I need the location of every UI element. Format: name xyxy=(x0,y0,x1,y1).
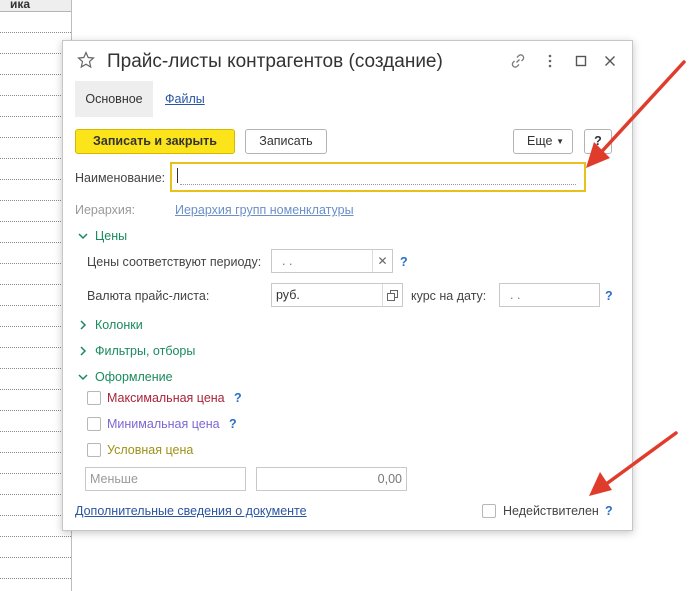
background-table-row xyxy=(0,495,71,516)
filters-group-label: Фильтры, отборы xyxy=(95,344,196,358)
rate-help-icon[interactable]: ? xyxy=(605,289,613,303)
text-caret xyxy=(177,168,178,183)
amount-field[interactable]: 0,00 xyxy=(256,467,407,491)
background-table-row xyxy=(0,474,71,495)
open-icon[interactable] xyxy=(382,284,402,306)
invalid-checkbox[interactable] xyxy=(482,504,496,518)
invalid-label: Недействителен xyxy=(503,504,599,518)
currency-label: Валюта прайс-листа: xyxy=(87,289,210,303)
rate-date-field[interactable]: . . xyxy=(499,283,600,307)
background-table-row xyxy=(0,285,71,306)
clear-icon[interactable]: ✕ xyxy=(372,250,392,272)
more-menu-label: Еще xyxy=(527,134,553,148)
background-table-row xyxy=(0,201,71,222)
background-table-row xyxy=(0,75,71,96)
chevron-right-icon xyxy=(80,320,87,330)
more-menu-button[interactable]: Еще ▼ xyxy=(513,129,573,154)
cond-price-checkbox[interactable] xyxy=(87,443,101,457)
background-table-row xyxy=(0,243,71,264)
chevron-right-icon xyxy=(80,346,87,356)
min-price-checkbox[interactable] xyxy=(87,417,101,431)
more-icon[interactable] xyxy=(541,52,559,70)
link-icon[interactable] xyxy=(509,52,527,70)
cond-price-label: Условная цена xyxy=(107,443,194,457)
filters-group-toggle[interactable]: Фильтры, отборы xyxy=(77,344,195,358)
background-table-row xyxy=(0,12,71,33)
background-table-row xyxy=(0,180,71,201)
background-table-row xyxy=(0,558,71,579)
prices-group-label: Цены xyxy=(95,229,128,243)
design-group-toggle[interactable]: Оформление xyxy=(77,370,173,384)
title-bar: Прайс-листы контрагентов (создание) xyxy=(63,41,632,81)
background-table-row xyxy=(0,264,71,285)
currency-field[interactable]: руб. xyxy=(271,283,403,307)
design-group-label: Оформление xyxy=(95,370,173,384)
hierarchy-label: Иерархия: xyxy=(75,203,136,217)
prices-group-toggle[interactable]: Цены xyxy=(77,229,127,243)
background-table-row xyxy=(0,516,71,537)
currency-field-value: руб. xyxy=(276,288,300,302)
chevron-down-icon xyxy=(78,233,88,240)
max-price-label: Максимальная цена xyxy=(107,391,225,405)
save-and-close-button[interactable]: Записать и закрыть xyxy=(75,129,235,154)
background-table-row xyxy=(0,369,71,390)
rate-date-field-value: . . xyxy=(510,288,521,302)
compare-select[interactable]: Меньше xyxy=(85,467,246,491)
window-title: Прайс-листы контрагентов (создание) xyxy=(107,51,443,72)
amount-field-value: 0,00 xyxy=(377,472,402,486)
tab-main[interactable]: Основное xyxy=(75,81,153,117)
background-table-row xyxy=(0,327,71,348)
background-table-row xyxy=(0,411,71,432)
name-label: Наименование: xyxy=(75,171,166,185)
invalid-help-icon[interactable]: ? xyxy=(605,504,613,518)
background-table-row xyxy=(0,159,71,180)
hierarchy-link[interactable]: Иерархия групп номенклатуры xyxy=(175,203,354,217)
extra-info-link[interactable]: Дополнительные сведения о документе xyxy=(75,504,307,518)
name-field[interactable] xyxy=(170,162,586,192)
min-price-label: Минимальная цена xyxy=(107,417,220,431)
columns-group-toggle[interactable]: Колонки xyxy=(77,318,143,332)
annotation-arrow-bottom xyxy=(589,431,678,496)
dropdown-arrow-icon: ▼ xyxy=(556,137,564,146)
max-price-help-icon[interactable]: ? xyxy=(234,391,242,405)
period-field[interactable]: . . ✕ xyxy=(271,249,393,273)
max-price-checkbox[interactable] xyxy=(87,391,101,405)
tab-files[interactable]: Файлы xyxy=(165,81,205,117)
background-table-row xyxy=(0,54,71,75)
period-help-icon[interactable]: ? xyxy=(400,255,408,269)
rate-date-label: курс на дату: xyxy=(411,289,487,303)
columns-group-label: Колонки xyxy=(95,318,143,332)
background-table-row xyxy=(0,348,71,369)
price-list-dialog: Прайс-листы контрагентов (создание) Осно… xyxy=(62,40,633,531)
background-table-row xyxy=(0,453,71,474)
name-field-underline xyxy=(180,184,576,185)
background-table-header: ика xyxy=(0,0,71,12)
star-icon[interactable] xyxy=(77,51,95,69)
background-table-row xyxy=(0,33,71,54)
background-table-row xyxy=(0,117,71,138)
save-button[interactable]: Записать xyxy=(245,129,327,154)
background-table-row xyxy=(0,390,71,411)
annotation-arrow-top xyxy=(586,60,686,168)
min-price-help-icon[interactable]: ? xyxy=(229,417,237,431)
background-table-row xyxy=(0,138,71,159)
background-table-row xyxy=(0,96,71,117)
background-table-row xyxy=(0,222,71,243)
period-label: Цены соответствуют периоду: xyxy=(87,255,262,269)
period-field-value: . . xyxy=(282,254,293,268)
compare-select-placeholder: Меньше xyxy=(90,472,138,486)
background-table-row xyxy=(0,432,71,453)
background-table-row xyxy=(0,306,71,327)
background-table-row xyxy=(0,537,71,558)
chevron-down-icon xyxy=(78,374,88,381)
